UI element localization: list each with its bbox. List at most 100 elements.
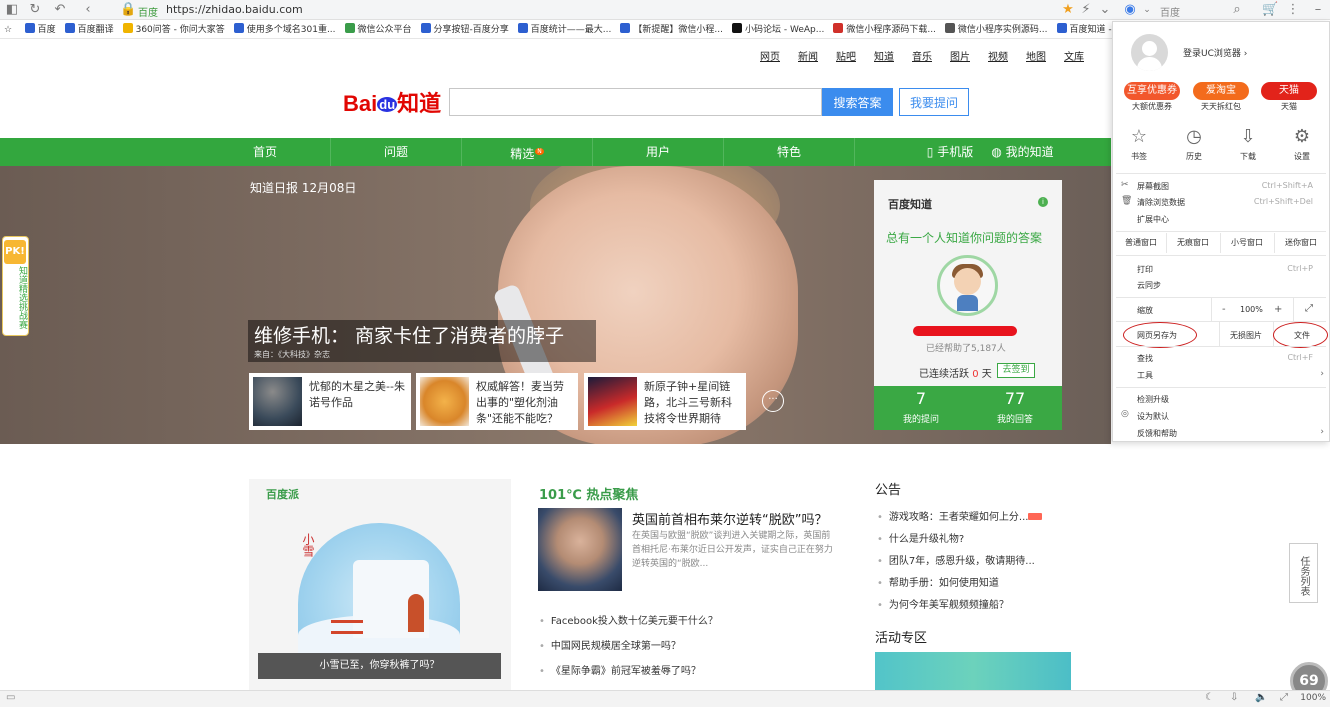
top-link[interactable]: 网页 (760, 52, 780, 63)
baidupai-caption[interactable]: 小雪已至，你穿秋裤了吗？ (258, 653, 501, 679)
daily-card[interactable]: 新原子钟+星间链路，北斗三号新科技将令世界期待 (584, 373, 746, 430)
sidebar-toggle-icon[interactable]: ◧ (4, 2, 20, 18)
top-link[interactable]: 知道 (874, 52, 894, 63)
daily-card[interactable]: 忧郁的木星之美--朱诺号作品 (249, 373, 411, 430)
downloads-button[interactable]: ⇩ 下载 (1228, 126, 1268, 162)
my-answers[interactable]: 77 我的回答 (968, 386, 1062, 425)
bookmark-item[interactable]: 360问答 - 你问大家答 (122, 21, 225, 38)
notice-item[interactable]: 什么是升级礼物? (877, 530, 964, 545)
undo-icon[interactable]: ↶ (52, 2, 68, 18)
activity-banner[interactable] (875, 652, 1071, 690)
top-link[interactable]: 文库 (1064, 52, 1084, 63)
nav-users[interactable]: 用户 (593, 138, 724, 166)
cart-icon[interactable]: 🛒 (1262, 2, 1278, 18)
task-list-tab[interactable]: 任务列表 (1289, 543, 1318, 603)
menu-screenshot[interactable]: 屏幕截图 (1137, 181, 1169, 192)
hot-topic-headline[interactable]: 英国前首相布莱尔逆转“脱欧”吗？ (632, 509, 827, 528)
menu-cloud-sync[interactable]: 云同步 (1137, 280, 1161, 291)
dropdown-icon[interactable]: ⌄ (1097, 2, 1113, 18)
bookmark-item[interactable]: 分享按钮-百度分享 (420, 21, 509, 38)
info-icon[interactable]: i (1038, 197, 1048, 207)
hot-list-item[interactable]: 《星际争霸》前冠军被羞辱了吗？ (539, 662, 701, 677)
bookmark-item[interactable]: 百度翻译 (64, 21, 114, 38)
search-icon[interactable]: ⌕ (1229, 2, 1245, 18)
menu-dots-icon[interactable]: ⋮ (1285, 2, 1301, 18)
bookmark-item[interactable]: 微信小程序源码下载... (833, 21, 936, 38)
settings-button[interactable]: ⚙ 设置 (1282, 126, 1322, 162)
zoom-in-button[interactable]: + (1274, 304, 1282, 315)
sign-in-button[interactable]: 去签到 (997, 363, 1035, 378)
refresh-icon[interactable]: ↻ (27, 2, 43, 18)
menu-tools[interactable]: 工具 (1137, 370, 1153, 381)
zoom-status[interactable]: 100% (1300, 693, 1326, 703)
chevron-down-icon[interactable]: ⌄ (1139, 2, 1155, 18)
hot-list-item[interactable]: Facebook投入数十亿美元要干什么？ (539, 612, 718, 627)
bookmark-item[interactable]: 百度 (24, 21, 56, 38)
uc-avatar[interactable] (1131, 34, 1168, 71)
top-link[interactable]: 贴吧 (836, 52, 856, 63)
history-button[interactable]: ◷ 历史 (1174, 126, 1214, 162)
star-icon[interactable]: ★ (1060, 2, 1076, 18)
bookmark-item[interactable]: 【新提醒】微信小程... (620, 21, 723, 38)
back-icon[interactable]: ‹ (80, 2, 96, 18)
baidu-zhidao-logo[interactable]: Bai du知道 (343, 86, 441, 118)
ask-question-button[interactable]: 我要提问 (899, 88, 969, 116)
baidupai-logo[interactable]: 百度派 (266, 486, 299, 502)
new-mini-window[interactable]: 迷你窗口 (1276, 233, 1326, 253)
night-mode-icon[interactable]: ☾ (1205, 692, 1214, 703)
menu-clear-data[interactable]: 清除浏览数据 (1137, 197, 1185, 208)
top-link[interactable]: 地图 (1026, 52, 1046, 63)
promo-tmall-button[interactable]: 天猫 (1261, 82, 1317, 100)
bookmark-item[interactable]: 微信公众平台 (344, 21, 412, 38)
top-link[interactable]: 视频 (988, 52, 1008, 63)
browser-search-input[interactable]: 百度 (1160, 4, 1180, 19)
hot-list-item[interactable]: 中国网民规模居全球第一吗？ (539, 637, 681, 652)
daily-card[interactable]: 权威解答！麦当劳出事的"塑化剂油条"还能不能吃？ (416, 373, 578, 430)
more-cards-button[interactable]: ··· (762, 390, 784, 412)
bookmark-item[interactable]: 使用多个域名301重... (233, 21, 336, 38)
menu-check-update[interactable]: 检测升级 (1137, 394, 1169, 405)
menu-extensions[interactable]: 扩展中心 (1137, 214, 1169, 225)
top-link[interactable]: 新闻 (798, 52, 818, 63)
question-search-input[interactable] (449, 88, 822, 116)
new-incognito-window[interactable]: 无痕窗口 (1168, 233, 1218, 253)
bookmark-item[interactable]: 微信小程序实例源码... (944, 21, 1048, 38)
notice-item[interactable]: 帮助手册：如何使用知道 (877, 574, 999, 589)
address-bar[interactable]: https://zhidao.baidu.com (166, 3, 303, 16)
fullscreen-icon[interactable]: ⤢ (1305, 303, 1313, 314)
uc-login-link[interactable]: 登录UC浏览器 › (1183, 46, 1247, 59)
nav-mobile[interactable]: ▯ 手机版 (920, 138, 980, 166)
menu-set-default[interactable]: 设为默认 (1137, 411, 1169, 422)
panel-toggle-icon[interactable]: ▭ (6, 692, 15, 703)
lightning-icon[interactable]: ⚡ (1078, 2, 1094, 18)
menu-lossless-image[interactable]: 无损图片 (1230, 330, 1262, 341)
new-alt-window[interactable]: 小号窗口 (1222, 233, 1272, 253)
notice-item[interactable]: 游戏攻略：王者荣耀如何上分... (877, 508, 1029, 523)
bookmark-item[interactable]: 百度统计——最大... (517, 21, 611, 38)
zoom-out-button[interactable]: - (1222, 304, 1226, 315)
nav-questions[interactable]: 问题 (331, 138, 462, 166)
bookmark-star-icon[interactable]: ☆ (4, 21, 12, 38)
hot-topic-photo[interactable] (538, 508, 622, 591)
menu-print[interactable]: 打印 (1137, 264, 1153, 275)
nav-featured[interactable]: 精选 N (462, 138, 593, 166)
expand-icon[interactable]: ⤢ (1280, 692, 1288, 703)
promo-aitaobao-button[interactable]: 爱淘宝 (1193, 82, 1249, 100)
new-normal-window[interactable]: 普通窗口 (1116, 233, 1166, 253)
notice-item[interactable]: 团队7年，感恩升级，敬请期待... (877, 552, 1035, 567)
top-link[interactable]: 音乐 (912, 52, 932, 63)
search-engine-icon[interactable]: ◉ (1122, 2, 1138, 18)
avatar[interactable] (937, 255, 998, 316)
bookmark-item[interactable]: 小码论坛 - WeAp... (731, 21, 824, 38)
promo-coupon-button[interactable]: 互享优惠券 (1124, 82, 1180, 100)
menu-feedback-help[interactable]: 反馈和帮助 (1137, 428, 1177, 439)
nav-special[interactable]: 特色 (724, 138, 855, 166)
volume-icon[interactable]: 🔈 (1255, 692, 1267, 703)
minimize-icon[interactable]: – (1310, 2, 1326, 18)
notice-item[interactable]: 为何今年美军舰频频撞船？ (877, 596, 1009, 611)
top-link[interactable]: 图片 (950, 52, 970, 63)
my-questions[interactable]: 7 我的提问 (874, 386, 968, 425)
search-answers-button[interactable]: 搜索答案 (822, 88, 893, 116)
bookmarks-button[interactable]: ☆ 书签 (1119, 126, 1159, 162)
nav-home[interactable]: 首页 (200, 138, 331, 166)
